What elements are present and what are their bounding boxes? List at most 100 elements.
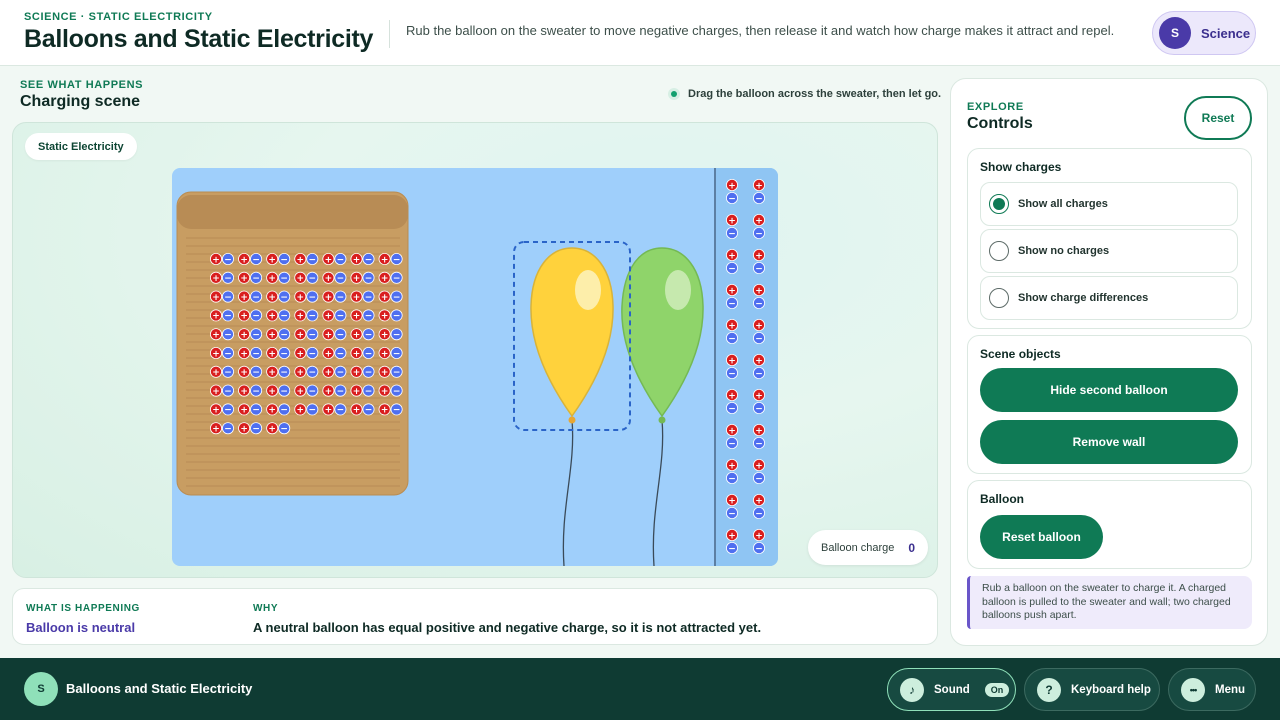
radio-unchecked-icon [989, 241, 1009, 261]
svg-text:+: + [755, 426, 763, 436]
svg-text:−: − [280, 368, 288, 378]
negative-charge-icon: − [390, 365, 403, 378]
svg-text:+: + [728, 321, 736, 331]
svg-text:+: + [353, 255, 361, 265]
svg-text:+: + [353, 387, 361, 397]
svg-text:−: − [252, 406, 260, 416]
svg-text:−: − [224, 331, 232, 341]
svg-text:+: + [381, 293, 389, 303]
svg-text:−: − [393, 368, 401, 378]
positive-charge-icon: + [378, 253, 391, 265]
wall: + − + − + − + − + − + − + − + − + − + − + − + − + − + − + − + − + − + − + − + −… [714, 168, 778, 566]
show-charges-group: Show charges Show all charges Show no ch… [967, 148, 1252, 329]
svg-text:+: + [240, 349, 248, 359]
negative-charge-icon: − [334, 271, 347, 284]
menu-label: Menu [1215, 683, 1246, 696]
svg-text:−: − [728, 544, 736, 554]
negative-charge-icon: − [362, 384, 375, 397]
subject-chip[interactable]: S Science [1152, 11, 1256, 55]
svg-text:−: − [755, 369, 763, 379]
positive-charge-icon: + [350, 346, 363, 359]
reset-balloon-button[interactable]: Reset balloon [980, 515, 1103, 559]
scene-hint: Drag the balloon across the sweater, the… [668, 88, 941, 100]
svg-text:+: + [240, 255, 248, 265]
remove-wall-button[interactable]: Remove wall [980, 420, 1238, 464]
svg-text:−: − [728, 509, 736, 519]
negative-charge-icon: − [753, 331, 766, 344]
svg-text:+: + [240, 312, 248, 322]
negative-charge-icon: − [278, 403, 291, 416]
controls-title: Controls [967, 115, 1033, 132]
radio-show-charge-differences[interactable]: Show charge differences [980, 276, 1238, 320]
positive-charge-icon: + [753, 528, 766, 541]
svg-text:−: − [309, 387, 317, 397]
negative-charge-icon: − [250, 253, 263, 265]
negative-charge-icon: − [753, 471, 766, 484]
svg-text:+: + [212, 368, 220, 378]
header-divider [389, 20, 390, 48]
svg-text:+: + [297, 312, 305, 322]
positive-charge-icon: + [726, 284, 739, 296]
svg-text:+: + [240, 293, 248, 303]
svg-text:+: + [268, 274, 276, 284]
positive-charge-icon: + [238, 271, 251, 284]
svg-text:+: + [755, 461, 763, 471]
svg-text:−: − [309, 349, 317, 359]
svg-text:+: + [728, 496, 736, 506]
svg-text:+: + [353, 406, 361, 416]
svg-text:+: + [755, 181, 763, 191]
svg-text:−: − [280, 349, 288, 359]
radio-show-no-charges[interactable]: Show no charges [980, 229, 1238, 273]
svg-text:−: − [280, 387, 288, 397]
negative-charge-icon: − [726, 401, 739, 414]
negative-charge-icon: − [753, 506, 766, 519]
positive-charge-icon: + [238, 253, 251, 265]
positive-charge-icon: + [322, 253, 335, 265]
positive-charge-icon: + [294, 271, 307, 284]
svg-text:−: − [252, 312, 260, 322]
positive-charge-icon: + [210, 346, 223, 359]
negative-charge-icon: − [250, 271, 263, 284]
positive-charge-icon: + [378, 384, 391, 397]
positive-charge-icon: + [266, 346, 279, 359]
negative-charge-icon: − [362, 365, 375, 378]
menu-button[interactable]: ••• Menu [1168, 668, 1256, 711]
positive-charge-icon: + [753, 423, 766, 436]
app-title: Balloons and Static Electricity [24, 25, 374, 53]
svg-text:−: − [365, 387, 373, 397]
positive-charge-icon: + [322, 309, 335, 322]
svg-text:−: − [365, 293, 373, 303]
radio-unchecked-icon [989, 288, 1009, 308]
negative-charge-icon: − [306, 271, 319, 284]
svg-text:+: + [325, 293, 333, 303]
header-description: Rub the balloon on the sweater to move n… [406, 23, 1115, 38]
svg-text:+: + [268, 312, 276, 322]
svg-text:−: − [365, 312, 373, 322]
sound-toggle-button[interactable]: ♪ Sound On [887, 668, 1016, 711]
hide-second-balloon-button[interactable]: Hide second balloon [980, 368, 1238, 412]
negative-charge-icon: − [362, 253, 375, 265]
svg-text:+: + [297, 293, 305, 303]
keyboard-help-button[interactable]: ? Keyboard help [1024, 668, 1160, 711]
svg-text:+: + [381, 349, 389, 359]
negative-charge-icon: − [726, 506, 739, 519]
positive-charge-icon: + [726, 528, 739, 541]
negative-charge-icon: − [726, 366, 739, 379]
radio-show-all-charges[interactable]: Show all charges [980, 182, 1238, 226]
negative-charge-icon: − [278, 365, 291, 378]
svg-text:+: + [381, 255, 389, 265]
svg-text:+: + [212, 293, 220, 303]
show-charges-title: Show charges [980, 160, 1062, 174]
negative-charge-icon: − [334, 365, 347, 378]
positive-charge-icon: + [266, 290, 279, 303]
simulation-canvas[interactable]: + − + − + − + − + − + − + −+ − + − + − + − + − + − + −+ − + − + − + − + − + −… [172, 168, 778, 566]
svg-text:−: − [252, 425, 260, 435]
header-titles: SCIENCE · STATIC ELECTRICITY Balloons an… [24, 11, 373, 54]
reset-button[interactable]: Reset [1184, 96, 1252, 140]
positive-charge-icon: + [726, 458, 739, 471]
svg-text:+: + [755, 286, 763, 296]
positive-charge-icon: + [266, 271, 279, 284]
negative-charge-icon: − [390, 253, 403, 265]
negative-charge-icon: − [753, 366, 766, 379]
negative-charge-icon: − [753, 401, 766, 414]
